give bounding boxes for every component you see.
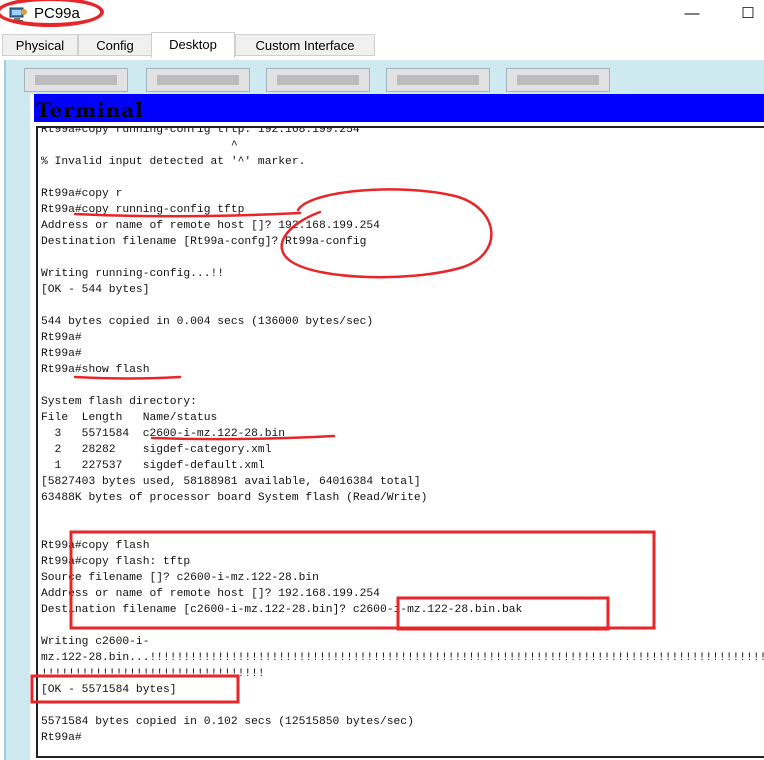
terminal-line: Rt99a#copy flash <box>41 540 150 552</box>
terminal-line: Writing c2600-i- <box>41 636 150 648</box>
desktop-app-icon[interactable] <box>266 68 370 92</box>
terminal-line: [5827403 bytes used, 58188981 available,… <box>41 476 421 488</box>
tab-physical[interactable]: Physical <box>2 34 78 56</box>
desktop-app-icon[interactable] <box>506 68 610 92</box>
terminal-line: 1 227537 sigdef-default.xml <box>41 460 265 472</box>
terminal-line: [OK - 544 bytes] <box>41 284 150 296</box>
terminal-line: 2 28282 sigdef-category.xml <box>41 444 272 456</box>
terminal-window: Terminal Rt99a#copy running-config tftp:… <box>30 94 764 760</box>
desktop-panel: Terminal Rt99a#copy running-config tftp:… <box>0 58 764 760</box>
terminal-line: File Length Name/status <box>41 412 218 424</box>
desktop-app-icon[interactable] <box>24 68 128 92</box>
terminal-line: Rt99a#copy running-config tftp <box>41 204 245 216</box>
terminal-line: Rt99a#show flash <box>41 364 150 376</box>
terminal-output[interactable]: Rt99a#copy running-config tftp: 192.168.… <box>36 126 764 758</box>
desktop-app-icon[interactable] <box>146 68 250 92</box>
terminal-line: Rt99a# <box>41 348 82 360</box>
tab-bar: Physical Config Desktop Custom Interface <box>0 32 764 58</box>
terminal-line: System flash directory: <box>41 396 197 408</box>
terminal-line: !!!!!!!!!!!!!!!!!!!!!!!!!!!!!!!!! <box>41 668 265 680</box>
terminal-line: % Invalid input detected at '^' marker. <box>41 156 306 168</box>
terminal-line: Rt99a#copy running-config tftp: 192.168.… <box>41 126 360 136</box>
tab-config[interactable]: Config <box>78 34 152 56</box>
terminal-text: Rt99a#copy running-config tftp: 192.168.… <box>41 126 764 746</box>
terminal-line: Destination filename [Rt99a-confg]? Rt99… <box>41 236 367 248</box>
tab-desktop[interactable]: Desktop <box>151 32 235 58</box>
terminal-line: Rt99a#copy r <box>41 188 123 200</box>
window-title: PC99a <box>34 5 80 22</box>
terminal-line: 63488K bytes of processor board System f… <box>41 492 428 504</box>
terminal-line: Writing running-config...!! <box>41 268 225 280</box>
tab-custom-interface[interactable]: Custom Interface <box>235 34 375 56</box>
terminal-line: Rt99a# <box>41 732 82 744</box>
terminal-line: 3 5571584 c2600-i-mz.122-28.bin <box>41 428 286 440</box>
title-bar: PC99a — ☐ <box>0 0 764 30</box>
terminal-line: ^ <box>41 140 238 152</box>
terminal-line: Rt99a#copy flash: tftp <box>41 556 191 568</box>
terminal-line: Address or name of remote host []? 192.1… <box>41 588 380 600</box>
terminal-line: 544 bytes copied in 0.004 secs (136000 b… <box>41 316 374 328</box>
maximize-icon[interactable]: ☐ <box>736 3 760 25</box>
desktop-app-icon[interactable] <box>386 68 490 92</box>
terminal-line: Address or name of remote host []? 192.1… <box>41 220 380 232</box>
terminal-line: Destination filename [c2600-i-mz.122-28.… <box>41 604 523 616</box>
terminal-line: 5571584 bytes copied in 0.102 secs (1251… <box>41 716 414 728</box>
desktop-background: Terminal Rt99a#copy running-config tftp:… <box>4 60 764 760</box>
terminal-line: Rt99a# <box>41 332 82 344</box>
terminal-line: [OK - 5571584 bytes] <box>41 684 177 696</box>
minimize-icon[interactable]: — <box>680 3 704 25</box>
terminal-line: mz.122-28.bin...!!!!!!!!!!!!!!!!!!!!!!!!… <box>41 652 764 664</box>
packet-tracer-pc-icon <box>9 7 27 22</box>
terminal-line: Source filename []? c2600-i-mz.122-28.bi… <box>41 572 319 584</box>
terminal-title: Terminal <box>36 98 144 122</box>
terminal-header: Terminal <box>34 94 764 122</box>
